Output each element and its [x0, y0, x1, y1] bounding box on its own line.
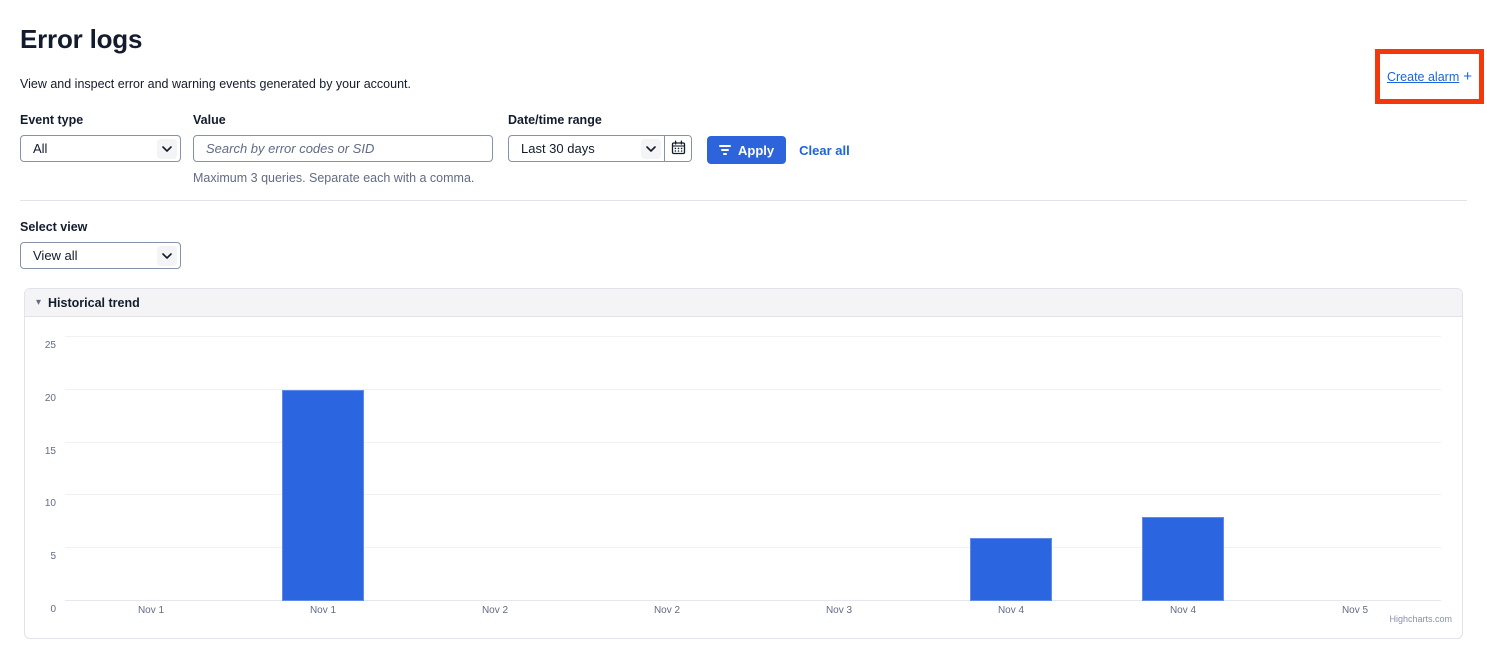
historical-trend-chart: 0510152025 Nov 1Nov 1Nov 2Nov 2Nov 3Nov … [25, 317, 1462, 637]
value-search-input[interactable] [193, 135, 493, 162]
highcharts-credit[interactable]: Highcharts.com [1389, 614, 1452, 624]
date-range-value: Last 30 days [521, 141, 595, 156]
bar [282, 390, 365, 601]
create-alarm-highlight-box: Create alarm + [1375, 49, 1484, 104]
select-view-group: Select view View all [20, 220, 1467, 269]
chevron-down-icon [157, 139, 177, 159]
category-slot [1269, 337, 1441, 601]
y-tick-label: 15 [45, 447, 56, 457]
category-slot [237, 337, 409, 601]
date-range-label: Date/time range [508, 113, 692, 128]
chevron-down-icon [157, 246, 177, 266]
y-tick-label: 0 [50, 605, 56, 615]
date-range-select[interactable]: Last 30 days [509, 136, 664, 161]
category-slot [65, 337, 237, 601]
calendar-button[interactable] [664, 136, 691, 161]
value-label: Value [193, 113, 493, 128]
x-tick-label: Nov 3 [753, 605, 925, 617]
apply-button-label: Apply [738, 143, 774, 158]
error-logs-page: Error logs View and inspect error and wa… [0, 26, 1487, 639]
x-tick-label: Nov 4 [1097, 605, 1269, 617]
page-title: Error logs [20, 26, 1467, 52]
historical-trend-header[interactable]: ▾ Historical trend [25, 289, 1462, 317]
apply-button[interactable]: Apply [707, 136, 786, 164]
x-tick-label: Nov 2 [581, 605, 753, 617]
filter-bar: Event type All Value Maximum 3 queries. … [20, 113, 1467, 186]
category-slot [409, 337, 581, 601]
value-group: Value Maximum 3 queries. Separate each w… [193, 113, 493, 186]
x-tick-label: Nov 1 [65, 605, 237, 617]
select-view-select[interactable]: View all [20, 242, 181, 269]
y-tick-label: 10 [45, 499, 56, 509]
calendar-icon [671, 140, 686, 158]
event-type-group: Event type All [20, 113, 181, 162]
date-range-control: Last 30 days [508, 135, 692, 162]
historical-trend-title: Historical trend [48, 296, 140, 310]
historical-trend-panel: ▾ Historical trend 0510152025 Nov 1Nov 1… [24, 288, 1463, 639]
clear-all-link[interactable]: Clear all [799, 143, 850, 158]
create-alarm-link[interactable]: Create alarm + [1387, 69, 1472, 84]
filter-icon [719, 145, 731, 155]
x-tick-label: Nov 4 [925, 605, 1097, 617]
bar [1142, 517, 1225, 601]
create-alarm-label: Create alarm [1387, 70, 1459, 84]
date-range-group: Date/time range Last 30 days [508, 113, 692, 162]
bar-slots [65, 337, 1441, 601]
plus-icon: + [1463, 69, 1472, 84]
value-helper-text: Maximum 3 queries. Separate each with a … [193, 171, 493, 186]
section-divider [20, 200, 1467, 201]
chevron-down-icon [641, 139, 661, 159]
bar [970, 538, 1053, 601]
page-subtitle: View and inspect error and warning event… [20, 77, 1467, 92]
category-slot [581, 337, 753, 601]
event-type-select[interactable]: All [20, 135, 181, 162]
collapse-caret-icon: ▾ [36, 298, 41, 308]
y-tick-label: 20 [45, 394, 56, 404]
x-tick-label: Nov 2 [409, 605, 581, 617]
category-slot [925, 337, 1097, 601]
category-slot [1097, 337, 1269, 601]
y-tick-label: 25 [45, 341, 56, 351]
y-tick-label: 5 [50, 552, 56, 562]
x-tick-label: Nov 1 [237, 605, 409, 617]
x-axis-labels: Nov 1Nov 1Nov 2Nov 2Nov 3Nov 4Nov 4Nov 5 [65, 605, 1441, 617]
chart-plot-area: 0510152025 [65, 337, 1441, 601]
category-slot [753, 337, 925, 601]
event-type-label: Event type [20, 113, 181, 128]
select-view-value: View all [33, 248, 78, 263]
select-view-label: Select view [20, 220, 1467, 235]
event-type-value: All [33, 141, 47, 156]
